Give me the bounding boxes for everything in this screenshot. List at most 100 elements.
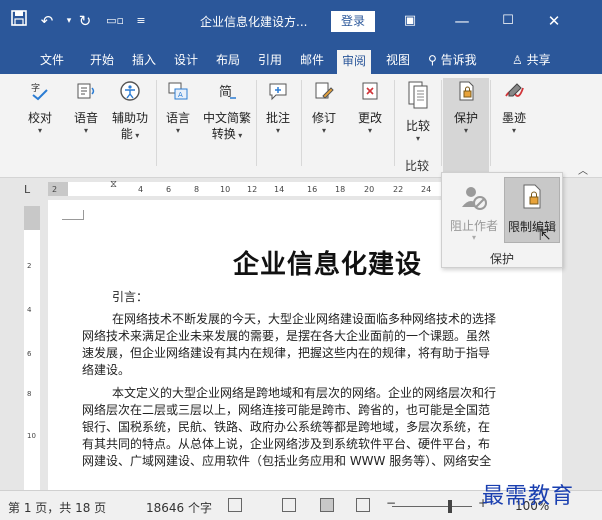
print-layout-icon[interactable]: [320, 498, 334, 512]
ruler-margin: [48, 182, 68, 196]
margin-corner-mark: [62, 210, 84, 220]
proofing-status-icon[interactable]: [228, 498, 242, 512]
save-icon[interactable]: [8, 10, 30, 32]
speech-label: 语音: [73, 111, 98, 125]
protect-icon: [455, 80, 477, 102]
block-authors-button[interactable]: 阻止作者 ▾: [446, 177, 502, 243]
protect-dropdown: 阻止作者 ▾ 限制编辑 ⇱ 保护: [441, 172, 563, 268]
title-bar: ↶ ▾ ↻ ▭▫ ≡ 企业信息化建设方... 登录 ▣ — ☐ ✕: [0, 0, 602, 44]
ruler-mark: 4: [138, 185, 144, 194]
track-changes-button[interactable]: 修订 ▾: [302, 80, 346, 136]
tab-selector[interactable]: L: [24, 183, 30, 196]
undo-icon[interactable]: ↶: [36, 10, 58, 32]
chinese-conversion-button[interactable]: 简 中文简繁 转换 ▾: [200, 80, 254, 142]
language-button[interactable]: A 语言 ▾: [156, 80, 200, 136]
paragraph-line: 网建设、广域网建设、应用软件（包括业务应用和 WWW 服务等）、网络安全: [82, 454, 492, 468]
tab-review[interactable]: 审阅: [337, 50, 372, 74]
compare-button[interactable]: 比较 ▾: [396, 80, 440, 144]
accessibility-button[interactable]: 辅助功 能 ▾: [108, 80, 152, 142]
ribbon-display-icon[interactable]: ▣: [396, 8, 424, 34]
document-title: 企业信息化建设方...: [200, 15, 308, 29]
login-button[interactable]: 登录: [331, 11, 375, 32]
chevron-down-icon: ▾: [235, 131, 243, 140]
restrict-editing-icon: [523, 184, 541, 209]
tab-file[interactable]: 文件: [40, 51, 64, 71]
protect-button[interactable]: 保护 ▾: [444, 80, 488, 136]
read-mode-icon[interactable]: [282, 498, 296, 512]
share-label: 共享: [526, 53, 551, 67]
zoom-out-icon[interactable]: −: [386, 496, 396, 510]
separator: [394, 80, 395, 166]
ink-label: 墨迹: [501, 111, 526, 125]
ruler-mark: 18: [335, 185, 346, 194]
accessibility-label-2: 能: [120, 127, 133, 141]
chevron-down-icon: ▾: [415, 134, 420, 143]
maximize-icon[interactable]: ☐: [494, 8, 522, 34]
svg-text:A: A: [178, 91, 183, 99]
person-icon: ♙: [512, 53, 523, 67]
search-icon: ⚲: [428, 53, 437, 67]
minimize-icon[interactable]: —: [448, 8, 476, 34]
tab-home[interactable]: 开始: [90, 51, 114, 71]
restrict-editing-button[interactable]: 限制编辑 ⇱: [504, 177, 560, 244]
mouse-cursor-icon: ⇱: [539, 228, 551, 244]
document-heading: 企业信息化建设: [233, 250, 423, 280]
customize-icon[interactable]: ≡: [130, 10, 152, 32]
watermark: 最需教育: [482, 484, 575, 509]
tell-me-label: 告诉我: [440, 53, 477, 67]
separator: [441, 80, 442, 166]
tab-references[interactable]: 引用: [258, 51, 282, 71]
web-layout-icon[interactable]: [356, 498, 370, 512]
ruler-mark: 20: [364, 185, 375, 194]
paragraph-line: 络建设。: [82, 363, 131, 377]
touch-mode-icon[interactable]: ▭▫: [104, 10, 126, 32]
compare-icon: [407, 80, 429, 110]
ruler-mark: 12: [247, 185, 258, 194]
block-authors-icon: [462, 187, 487, 210]
paragraph-line: 在网络技术不断发展的今天，大型企业网络建设面临多种网络技术的选择: [112, 312, 497, 326]
ink-button[interactable]: 墨迹 ▾: [492, 80, 536, 136]
changes-button[interactable]: 更改 ▾: [348, 80, 392, 136]
conversion-label-2: 转换: [211, 127, 236, 141]
vertical-ruler: 2 4 6 8 10: [0, 200, 48, 490]
track-changes-icon: [313, 80, 335, 102]
proofing-button[interactable]: 字 校对 ▾: [18, 80, 62, 136]
paragraph-line: 本文定义的大型企业网络是跨地域和有层次的网络。企业的网络层次和行: [112, 386, 497, 400]
zoom-slider[interactable]: [392, 506, 472, 507]
vruler-mark: 4: [27, 306, 32, 314]
redo-icon[interactable]: ↻: [74, 10, 96, 32]
tab-mailings[interactable]: 邮件: [300, 51, 324, 71]
accessibility-label-1: 辅助功: [111, 111, 148, 125]
vruler-mark: 6: [27, 350, 32, 358]
proofing-label: 校对: [27, 111, 52, 125]
comment-icon: [267, 80, 289, 102]
indent-marker-icon[interactable]: ⧖: [110, 179, 117, 190]
protect-group-label: 保护: [489, 252, 514, 266]
word-count[interactable]: 18646 个字: [146, 499, 212, 516]
comment-label: 批注: [265, 111, 290, 125]
paragraph-line: 网络技术来满足企业未来发展的需要，是摆在各大企业面前的一个课题。虽然: [82, 329, 491, 343]
language-icon: A: [167, 80, 189, 102]
tab-view[interactable]: 视图: [386, 51, 410, 71]
paragraph-line: 网络层次在二层或三层以上，网络连接可能是跨市、跨省的，也可能是全国范: [82, 403, 491, 417]
paragraph-line: 银行、国税系统，民航、铁路、政府办公系统等都是跨地域，多层次系统，在: [82, 420, 491, 434]
close-icon[interactable]: ✕: [540, 8, 568, 34]
chevron-down-icon: ▾: [175, 126, 180, 135]
ruler-mark: 2: [52, 185, 58, 194]
page-count[interactable]: 第 1 页，共 18 页: [8, 499, 106, 516]
ruler-mark: 24: [421, 185, 432, 194]
vertical-scrollbar[interactable]: [562, 178, 602, 490]
zoom-slider-thumb[interactable]: [448, 500, 452, 513]
tab-insert[interactable]: 插入: [132, 51, 156, 71]
vruler-mark: 2: [27, 262, 32, 270]
paragraph-line: 速发展，但企业网络建设有其内在规律，把握这些内在的规律，将有助于指导: [82, 346, 491, 360]
ink-icon: [503, 80, 525, 102]
comment-button[interactable]: 批注 ▾: [256, 80, 300, 136]
share-button[interactable]: ♙ 共享: [512, 51, 551, 71]
tab-layout[interactable]: 布局: [216, 51, 240, 71]
tell-me-search[interactable]: ⚲ 告诉我: [428, 51, 477, 71]
tab-design[interactable]: 设计: [174, 51, 198, 71]
chevron-down-icon: ▾: [275, 126, 280, 135]
collapse-ribbon-icon[interactable]: ︿: [578, 162, 588, 177]
speech-button[interactable]: 语音 ▾: [64, 80, 108, 136]
